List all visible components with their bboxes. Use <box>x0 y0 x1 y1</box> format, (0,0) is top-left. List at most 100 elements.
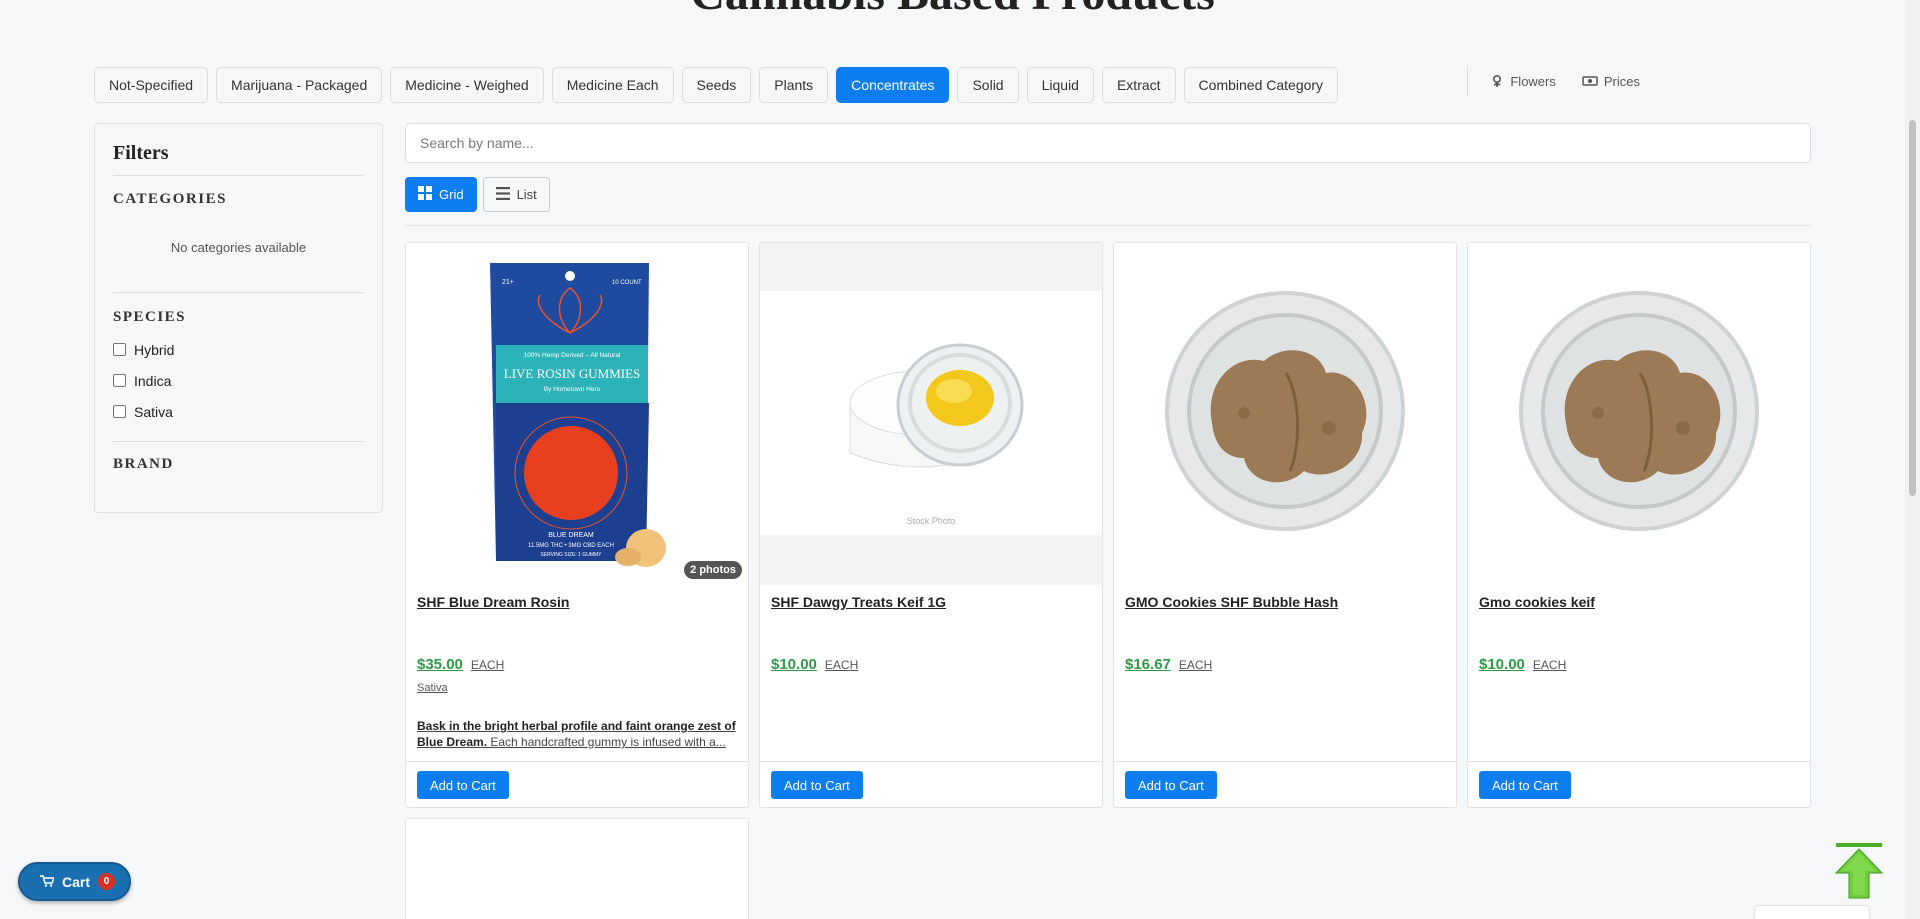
product-card: 21+ 10 COUNT 100% Hemp Derived – All Nat… <box>405 242 749 808</box>
arrow-up-icon <box>1834 843 1884 903</box>
product-card: Stock Photo SHF Dawgy Treats Keif 1G $10… <box>759 242 1103 808</box>
price-value: $10.00 <box>771 656 817 673</box>
scroll-to-top-button[interactable] <box>1834 843 1884 899</box>
pouch-maker: By Hometown Hero <box>544 386 601 393</box>
photo-count-badge[interactable]: 2 photos <box>684 561 742 579</box>
flower-icon <box>1490 74 1504 88</box>
grid-icon <box>418 186 432 203</box>
categories-empty-text: No categories available <box>170 240 307 255</box>
product-name-link[interactable]: GMO Cookies SHF Bubble Hash <box>1125 594 1338 610</box>
page-title: Cannabis Based Products <box>0 0 1905 21</box>
price-value: $16.67 <box>1125 656 1171 673</box>
footer-widget <box>1754 905 1870 919</box>
card-footer: Add to Cart <box>760 761 1102 807</box>
flowers-label: Flowers <box>1510 73 1556 89</box>
price-unit: EACH <box>1178 658 1213 672</box>
indica-checkbox[interactable] <box>113 374 126 387</box>
add-to-cart-button[interactable]: Add to Cart <box>771 771 863 799</box>
product-price: $35.00 EACH <box>417 656 504 673</box>
product-card <box>405 818 749 919</box>
search-input[interactable]: Search by name... <box>405 123 1811 163</box>
description-text: Each handcrafted gummy is infused with a… <box>487 735 726 749</box>
sativa-checkbox[interactable] <box>113 405 126 418</box>
product-price: $16.67 EACH <box>1125 656 1212 673</box>
price-value: $35.00 <box>417 656 463 673</box>
price-unit: EACH <box>1532 658 1567 672</box>
filters-title: Filters <box>113 142 364 176</box>
list-label: List <box>516 187 537 202</box>
cart-icon <box>40 874 56 890</box>
category-solid[interactable]: Solid <box>957 67 1019 103</box>
product-price: $10.00 EACH <box>771 656 858 673</box>
species-list: Hybrid Indica Sativa <box>113 334 364 427</box>
price-value: $10.00 <box>1479 656 1525 673</box>
product-image-hash-dish[interactable] <box>1468 243 1810 585</box>
prices-link[interactable]: Prices <box>1582 74 1640 89</box>
money-icon <box>1582 75 1598 87</box>
categories-heading: CATEGORIES <box>113 191 227 207</box>
category-medicine-each[interactable]: Medicine Each <box>551 67 674 103</box>
stock-photo-caption: Stock Photo <box>907 516 956 526</box>
list-icon <box>495 186 510 203</box>
product-image-concentrate-jar[interactable]: Stock Photo <box>760 243 1102 585</box>
pouch-dose: 11.5MG THC • 3MG CBD EACH <box>528 543 614 549</box>
species-option-indica[interactable]: Indica <box>113 365 364 396</box>
product-card: GMO Cookies SHF Bubble Hash $16.67 EACH … <box>1113 242 1457 808</box>
pouch-product: LIVE ROSIN GUMMIES <box>504 366 641 381</box>
view-toggle: Grid List <box>405 177 550 212</box>
grid-label: Grid <box>439 187 464 202</box>
flowers-link[interactable]: Flowers <box>1490 74 1556 89</box>
grid-view-button[interactable]: Grid <box>405 177 477 212</box>
page-scrollbar[interactable] <box>1905 0 1920 919</box>
brand-heading: BRAND <box>113 456 174 472</box>
category-plants[interactable]: Plants <box>759 67 829 103</box>
cart-count-badge: 0 <box>98 873 116 890</box>
product-card: Gmo cookies keif $10.00 EACH Add to Cart <box>1467 242 1811 808</box>
filter-divider <box>113 292 364 293</box>
cart-label: Cart <box>62 873 91 890</box>
product-image-gummies-pouch[interactable]: 21+ 10 COUNT 100% Hemp Derived – All Nat… <box>406 243 748 585</box>
list-view-button[interactable]: List <box>482 177 550 212</box>
prices-label: Prices <box>1603 73 1640 89</box>
card-footer: Add to Cart <box>1114 761 1456 807</box>
pouch-brand-line: 100% Hemp Derived – All Natural <box>524 352 621 359</box>
hybrid-checkbox[interactable] <box>113 343 126 356</box>
product-image-hash-dish[interactable] <box>1114 243 1456 585</box>
category-liquid[interactable]: Liquid <box>1026 67 1094 103</box>
species-option-hybrid[interactable]: Hybrid <box>113 334 364 365</box>
product-name-link[interactable]: Gmo cookies keif <box>1479 594 1595 610</box>
species-label: Sativa <box>134 403 173 420</box>
pouch-count: 10 COUNT <box>612 280 642 286</box>
category-seeds[interactable]: Seeds <box>681 67 752 103</box>
species-label: Indica <box>134 372 172 389</box>
filter-divider <box>113 441 364 442</box>
scrollbar-thumb[interactable] <box>1909 120 1916 496</box>
card-footer: Add to Cart <box>1468 761 1810 807</box>
card-footer: Add to Cart <box>406 761 748 807</box>
category-combined[interactable]: Combined Category <box>1183 67 1339 103</box>
product-name-link[interactable]: SHF Dawgy Treats Keif 1G <box>771 594 946 610</box>
product-description[interactable]: Bask in the bright herbal profile and fa… <box>417 718 739 750</box>
top-links: Flowers Prices <box>1467 66 1640 96</box>
species-label: Hybrid <box>134 341 175 358</box>
category-medicine-weighed[interactable]: Medicine - Weighed <box>390 67 544 103</box>
product-name-link[interactable]: SHF Blue Dream Rosin <box>417 594 569 610</box>
pouch-strain: BLUE DREAM <box>548 532 594 539</box>
add-to-cart-button[interactable]: Add to Cart <box>1479 771 1571 799</box>
category-concentrates[interactable]: Concentrates <box>836 67 950 103</box>
product-price: $10.00 EACH <box>1479 656 1566 673</box>
add-to-cart-button[interactable]: Add to Cart <box>1125 771 1217 799</box>
species-heading: SPECIES <box>113 309 187 325</box>
price-unit: EACH <box>824 658 859 672</box>
pouch-age: 21+ <box>502 279 514 286</box>
cart-button[interactable]: Cart 0 <box>18 862 132 901</box>
category-not-specified[interactable]: Not-Specified <box>94 67 209 103</box>
species-option-sativa[interactable]: Sativa <box>113 396 364 427</box>
add-to-cart-button[interactable]: Add to Cart <box>417 771 509 799</box>
category-marijuana-packaged[interactable]: Marijuana - Packaged <box>216 67 383 103</box>
category-extract[interactable]: Extract <box>1101 67 1176 103</box>
category-bar: Not-Specified Marijuana - Packaged Medic… <box>94 67 1339 103</box>
pouch-serving: SERVING SIZE: 1 GUMMY <box>540 552 602 558</box>
filters-panel: Filters CATEGORIES No categories availab… <box>94 123 383 513</box>
product-species-link[interactable]: Sativa <box>417 682 448 694</box>
